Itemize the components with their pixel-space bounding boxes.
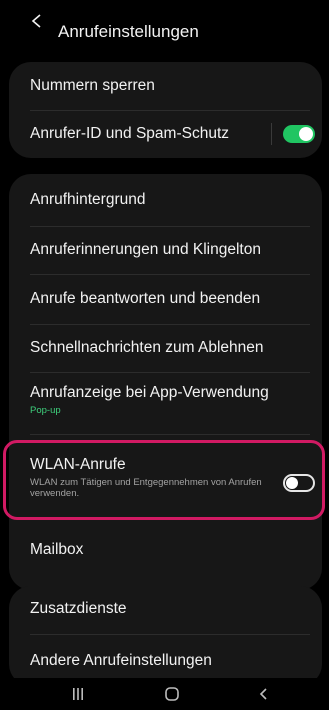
voicemail-item[interactable]: Mailbox bbox=[9, 526, 322, 574]
answer-end-calls-label: Anrufe beantworten und beenden bbox=[30, 290, 261, 307]
toggle-knob bbox=[299, 127, 313, 141]
wifi-calling-highlight bbox=[3, 440, 325, 520]
block-numbers-item[interactable]: Nummern sperren bbox=[9, 62, 322, 110]
page-title: Anrufeinstellungen bbox=[58, 22, 199, 41]
call-background-item[interactable]: Anrufhintergrund bbox=[9, 174, 322, 226]
supplementary-services-label: Zusatzdienste bbox=[30, 600, 127, 617]
recent-apps-button[interactable] bbox=[58, 684, 98, 704]
back-button[interactable] bbox=[244, 684, 284, 704]
quick-decline-messages-label: Schnellnachrichten zum Ablehnen bbox=[30, 339, 264, 356]
caller-id-spam-item[interactable]: Anrufer-ID und Spam-Schutz bbox=[9, 110, 322, 158]
system-navigation-bar bbox=[0, 678, 329, 710]
recent-apps-icon bbox=[73, 688, 83, 700]
caller-id-spam-toggle[interactable] bbox=[283, 125, 315, 143]
other-call-settings-label: Andere Anrufeinstellungen bbox=[30, 652, 212, 669]
caller-id-spam-label: Anrufer-ID und Spam-Schutz bbox=[30, 125, 230, 142]
home-icon bbox=[165, 687, 179, 701]
settings-card-more: Zusatzdienste Andere Anrufeinstellungen bbox=[9, 586, 322, 686]
call-alerts-ringtone-label: Anruferinnerungen und Klingelton bbox=[30, 241, 261, 258]
settings-card-blocking: Nummern sperren Anrufer-ID und Spam-Schu… bbox=[9, 62, 322, 158]
voicemail-label: Mailbox bbox=[30, 541, 84, 558]
divider bbox=[30, 634, 310, 635]
back-icon bbox=[259, 688, 267, 700]
block-numbers-label: Nummern sperren bbox=[30, 77, 155, 94]
call-alerts-ringtone-item[interactable]: Anruferinnerungen und Klingelton bbox=[9, 226, 322, 274]
call-display-apps-label: Anrufanzeige bei App-Verwendung bbox=[30, 384, 269, 401]
chevron-left-icon[interactable] bbox=[30, 14, 44, 28]
supplementary-services-item[interactable]: Zusatzdienste bbox=[9, 586, 322, 632]
call-display-apps-value: Pop-up bbox=[30, 405, 61, 416]
call-display-apps-item[interactable]: Anrufanzeige bei App-Verwendung Pop-up bbox=[9, 372, 322, 434]
settings-card-calls: Anrufhintergrund Anruferinnerungen und K… bbox=[9, 174, 322, 590]
vertical-separator bbox=[271, 123, 272, 145]
home-button[interactable] bbox=[152, 684, 192, 704]
divider bbox=[30, 434, 310, 435]
quick-decline-messages-item[interactable]: Schnellnachrichten zum Ablehnen bbox=[9, 324, 322, 372]
answer-end-calls-item[interactable]: Anrufe beantworten und beenden bbox=[9, 274, 322, 324]
call-background-label: Anrufhintergrund bbox=[30, 191, 146, 208]
